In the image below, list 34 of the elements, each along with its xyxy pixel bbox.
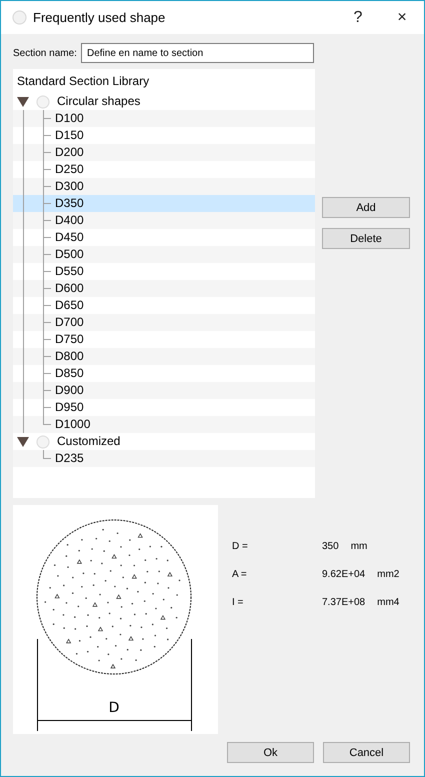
- side-button[interactable]: Delete: [322, 228, 410, 249]
- tree-item[interactable]: D400: [13, 212, 315, 229]
- help-button[interactable]: ?: [336, 1, 380, 34]
- tree-item[interactable]: D500: [13, 246, 315, 263]
- dimension-label: D: [108, 700, 120, 716]
- section-name-field[interactable]: Define en name to section: [81, 43, 314, 63]
- side-button[interactable]: Add: [322, 197, 410, 218]
- property-unit: mm2: [377, 568, 400, 582]
- tree-item[interactable]: D350: [13, 195, 315, 212]
- tree-group-label[interactable]: Circular shapes: [57, 93, 140, 110]
- dialog-button[interactable]: Cancel: [323, 742, 410, 763]
- tree-item[interactable]: D235: [13, 450, 315, 467]
- tree-header: Standard Section Library: [16, 73, 150, 90]
- tree-item[interactable]: D900: [13, 382, 315, 399]
- tree-group-label[interactable]: Customized: [57, 433, 120, 450]
- dialog-button[interactable]: Ok: [227, 742, 314, 763]
- tree-item[interactable]: D1000: [13, 416, 315, 433]
- property-value: 9.62E+04: [322, 568, 366, 582]
- property-value: 7.37E+08: [322, 596, 366, 610]
- tree-item[interactable]: D700: [13, 314, 315, 331]
- section-name-label: Section name:: [13, 48, 78, 58]
- window-title: Frequently used shape: [33, 10, 166, 25]
- property-unit: mm: [350, 540, 368, 554]
- property-name: A =: [232, 568, 248, 582]
- property-unit: mm4: [377, 596, 400, 610]
- tree-item[interactable]: D300: [13, 178, 315, 195]
- tree-item[interactable]: D800: [13, 348, 315, 365]
- tree-item[interactable]: D200: [13, 144, 315, 161]
- tree-item[interactable]: D100: [13, 110, 315, 127]
- property-name: I =: [232, 596, 244, 610]
- property-value: 350: [322, 540, 339, 554]
- property-name: D =: [232, 540, 249, 554]
- close-button[interactable]: ×: [380, 1, 424, 34]
- tree-item[interactable]: D600: [13, 280, 315, 297]
